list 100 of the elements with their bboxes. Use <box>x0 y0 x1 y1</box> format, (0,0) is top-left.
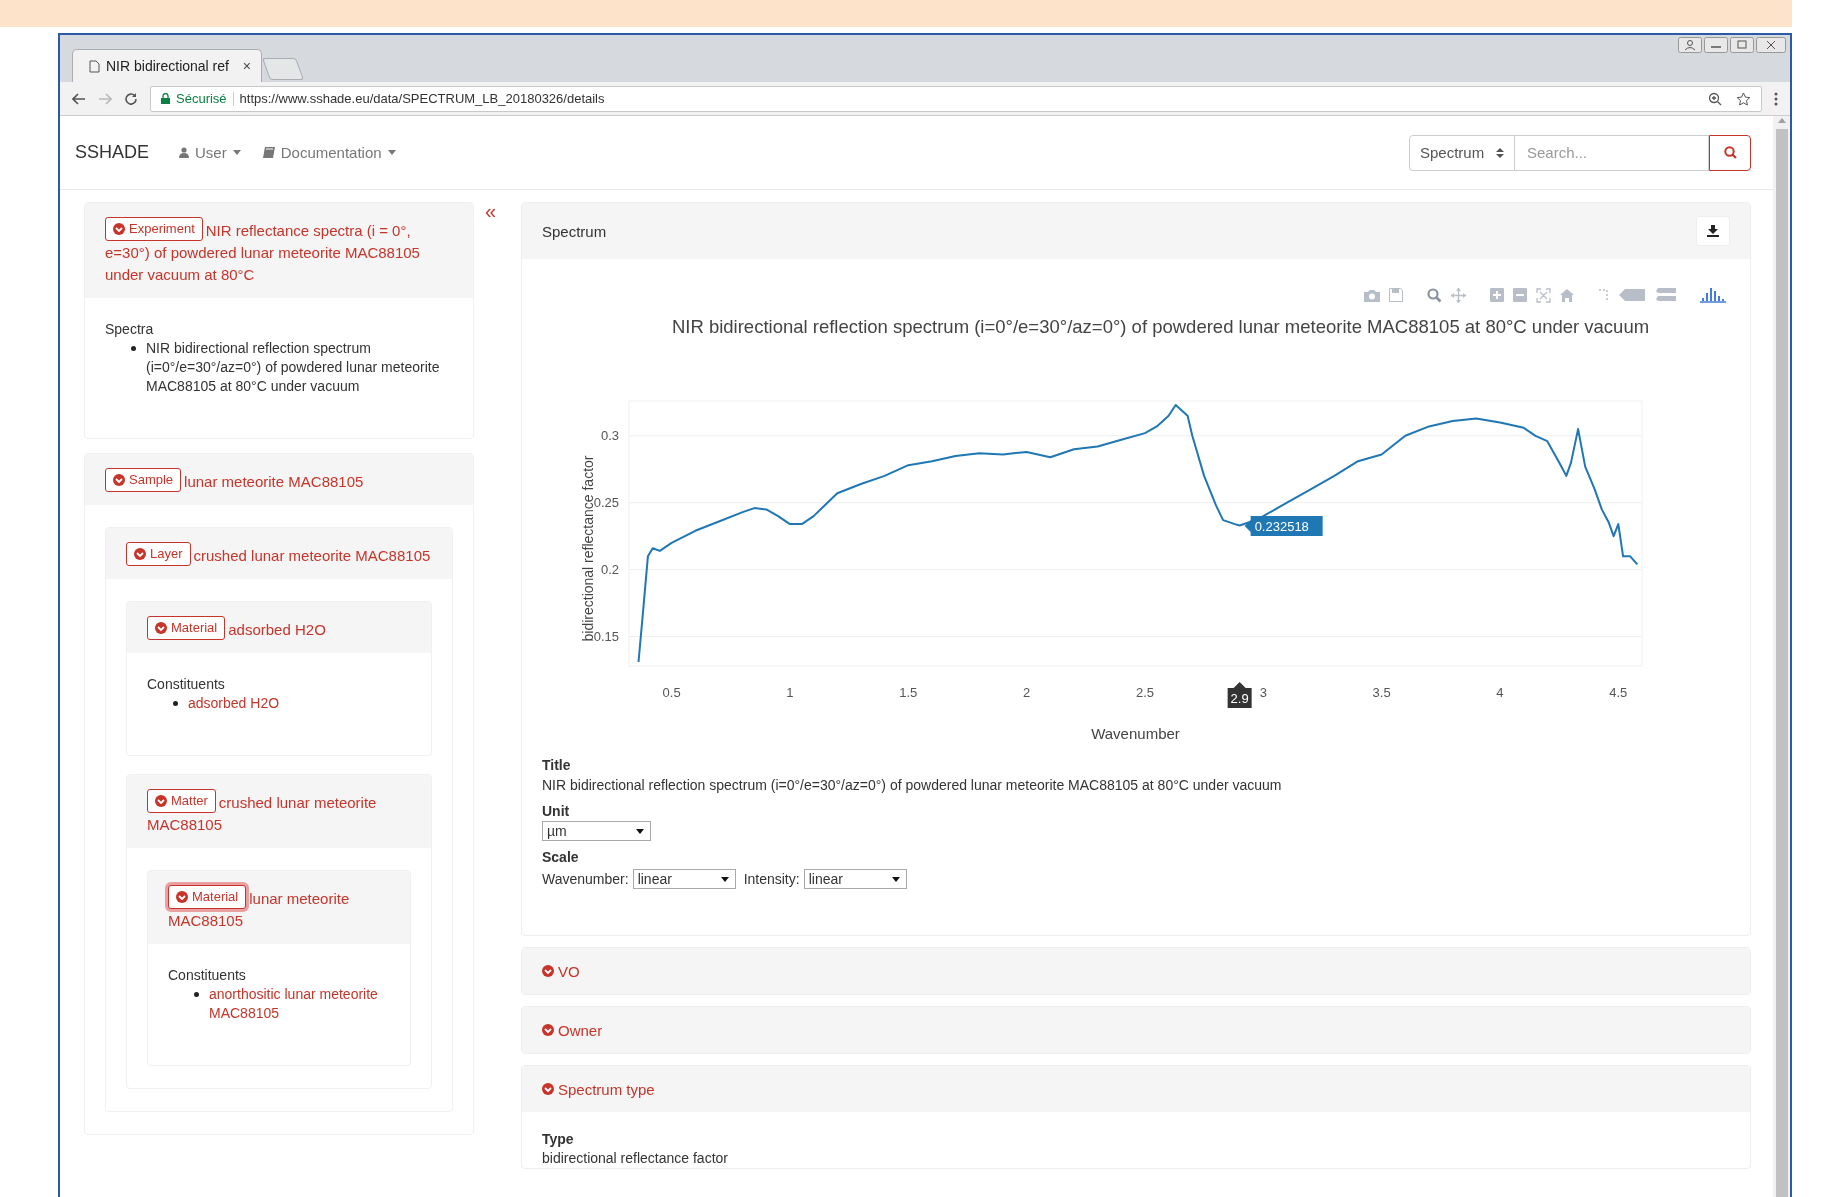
type-badge-button[interactable]: Experiment <box>105 217 203 241</box>
type-badge-button[interactable]: Sample <box>105 468 182 492</box>
browser-tab[interactable]: NIR bidirectional ref × <box>72 49 262 82</box>
zoom-icon[interactable] <box>1708 91 1722 106</box>
constituent-link[interactable]: anorthositic lunar meteorite MAC88105 <box>209 985 390 1023</box>
axis-title: Wavenumber <box>1091 725 1180 742</box>
type-badge-button[interactable]: Layer <box>126 542 191 566</box>
lock-icon <box>161 93 170 104</box>
type-badge-button[interactable]: Matter <box>147 789 216 813</box>
star-icon[interactable] <box>1736 91 1751 106</box>
nav-menu[interactable]: User <box>179 144 241 161</box>
annotation: 0.232518 <box>1254 519 1309 535</box>
hover-label: 2.9 <box>1227 682 1252 708</box>
back-icon[interactable] <box>72 92 86 105</box>
menu-icon[interactable] <box>1774 91 1778 106</box>
bar-chart-icon[interactable] <box>1700 287 1726 303</box>
forward-icon[interactable] <box>98 92 112 105</box>
tick-label: 0.5 <box>662 685 681 700</box>
site-logo[interactable]: SSHADE <box>75 142 150 163</box>
home-icon[interactable] <box>1560 288 1574 302</box>
unit-select[interactable]: µm <box>542 821 651 841</box>
search-field[interactable]: Search... <box>1515 134 1709 171</box>
tick-label: 2.5 <box>1135 685 1154 700</box>
field-label: Type <box>542 1130 575 1149</box>
chevron-circle-icon <box>542 1083 554 1095</box>
search-type-select[interactable]: Spectrum <box>1409 134 1515 171</box>
collapse-sidebar-button[interactable]: « <box>484 202 497 226</box>
hover-label: 0.232518 <box>1244 516 1323 537</box>
card-title: Experiment NIR reflectance spectra (i = 0°, e=30°) of powdered lunar meteorite MAC88105 under vacuum at 80°C <box>85 203 473 298</box>
card-title: Matter crushed lunar meteorite MAC88105 <box>127 775 431 848</box>
axis-title: bidirectional reflectance factor <box>580 455 596 642</box>
minus-box-icon[interactable] <box>1513 288 1527 302</box>
tick-label: 1.5 <box>899 685 918 700</box>
minimize-icon[interactable] <box>1704 37 1728 53</box>
list-item: NIR bidirectional reflection spectrum (i=0°/e=30°/az=0°) of powdered lunar meteorite MAC88105 at 80°C under vacuum <box>146 339 441 396</box>
search-button[interactable] <box>1709 134 1751 171</box>
maximize-icon[interactable] <box>1730 37 1754 53</box>
spike-icon[interactable] <box>1598 288 1610 302</box>
camera-icon[interactable] <box>1364 288 1380 302</box>
scrollbar[interactable] <box>1773 116 1790 1197</box>
search-icon <box>1723 146 1737 159</box>
close-icon[interactable] <box>1756 37 1786 53</box>
tick-label: 1 <box>786 685 794 700</box>
tick-label: 4.5 <box>1609 685 1628 700</box>
section-heading: Constituents <box>147 675 226 694</box>
new-tab-button[interactable] <box>262 58 304 80</box>
scale-select[interactable]: linear <box>803 869 907 889</box>
caret-icon <box>891 876 900 882</box>
chevron-circle-icon <box>176 891 188 903</box>
scale-select[interactable]: linear <box>632 869 736 889</box>
tick-label: 0.25 <box>593 494 619 510</box>
type-badge-button[interactable]: Material <box>147 616 226 640</box>
field-value: NIR bidirectional reflection spectrum (i=0°/e=30°/az=0°) of powdered lunar meteorite MAC88105 at 80°C under vacuum <box>542 776 1283 795</box>
plus-box-icon[interactable] <box>1490 288 1504 302</box>
collapsible-panel-header[interactable]: VO <box>522 948 1750 994</box>
card-title: Material adsorbed H2O <box>127 602 431 653</box>
scroll-up-icon[interactable] <box>1777 118 1786 123</box>
download-button[interactable] <box>1696 216 1730 246</box>
bullet-dot <box>131 346 136 351</box>
tick-label: 0.15 <box>593 628 619 644</box>
tick-label: 2 <box>1023 685 1031 700</box>
double-tag-icon[interactable] <box>1654 288 1676 302</box>
move-icon[interactable] <box>1451 287 1466 303</box>
caret-icon <box>636 828 644 834</box>
tag-icon[interactable] <box>1619 289 1645 301</box>
field-label: Scale <box>542 848 580 867</box>
user-icon[interactable] <box>1678 37 1702 53</box>
sort-icon <box>1496 147 1504 158</box>
collapsible-panel-header[interactable]: Owner <box>522 1007 1750 1053</box>
zoom-icon[interactable] <box>1427 287 1442 303</box>
card-title: Layer crushed lunar meteorite MAC88105 <box>106 528 452 579</box>
caret-icon <box>720 876 729 882</box>
expand-icon[interactable] <box>1536 287 1551 303</box>
caret-icon <box>232 150 241 155</box>
bullet-dot <box>194 992 199 997</box>
security-label: Sécurisé <box>176 91 227 106</box>
field-label: Title <box>542 756 572 775</box>
field-value: bidirectional reflectance factor <box>542 1149 729 1168</box>
bullet-dot <box>173 701 178 706</box>
type-badge-button[interactable]: Material <box>168 885 247 909</box>
field-label: Intensity: <box>743 870 800 889</box>
user-icon <box>179 147 190 158</box>
panel-title: Spectrum <box>542 222 607 240</box>
chevron-circle-icon <box>542 1024 554 1036</box>
section-heading: Spectra <box>105 320 155 339</box>
nav-menu[interactable]: Documentation <box>262 144 396 161</box>
reload-icon[interactable] <box>124 91 138 106</box>
constituent-link[interactable]: adsorbed H2O <box>188 694 280 713</box>
address-bar[interactable]: Sécurisé https://www.sshade.eu/data/SPECTRUM_LB_20180326/details <box>150 85 1762 112</box>
tab-close-button[interactable]: × <box>242 58 251 74</box>
tab-title: NIR bidirectional ref <box>106 58 229 74</box>
tick-label: 3.5 <box>1372 685 1391 700</box>
card-title: Material lunar meteorite MAC88105 <box>148 871 410 944</box>
card-title: Sample lunar meteorite MAC88105 <box>85 454 473 505</box>
tick-label: 0.2 <box>600 561 619 577</box>
chevron-circle-icon <box>542 965 554 977</box>
chart-title: NIR bidirectional reflection spectrum (i=0°/e=30°/az=0°) of powdered lunar meteorite MAC88105 at 80°C under vacuum <box>671 316 1650 337</box>
field-label: Unit <box>542 802 571 821</box>
download-icon <box>1707 225 1719 237</box>
collapsible-panel-header[interactable]: Spectrum type <box>522 1066 1750 1112</box>
